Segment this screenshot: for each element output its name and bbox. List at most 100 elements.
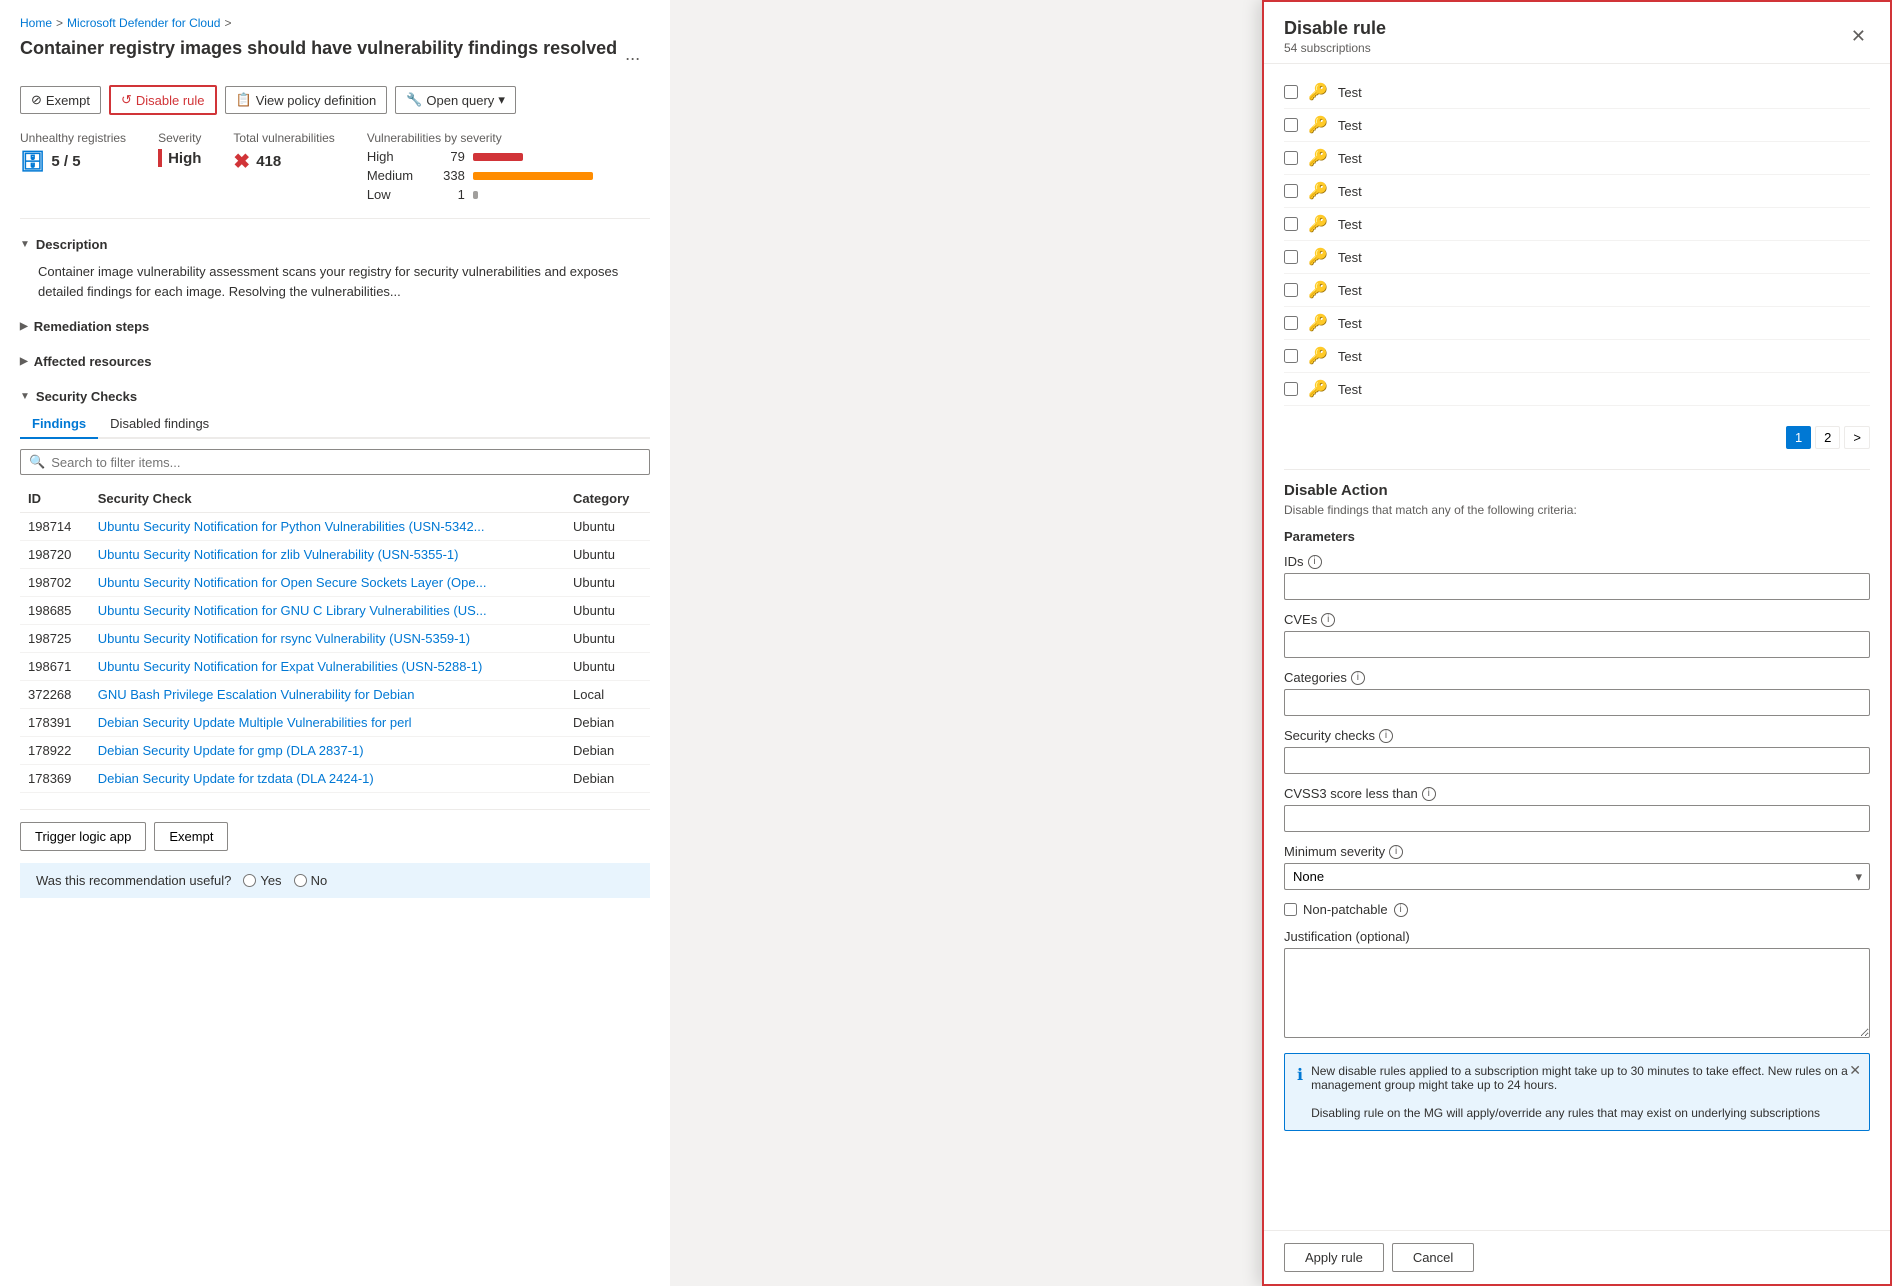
affected-section: ▶ Affected resources [20, 348, 650, 375]
table-row: 178391 Debian Security Update Multiple V… [20, 709, 650, 737]
subscription-row: 🔑 Test [1284, 274, 1870, 307]
cell-category: Ubuntu [565, 541, 650, 569]
panel-footer: Apply rule Cancel [1264, 1230, 1890, 1284]
cell-category: Local [565, 681, 650, 709]
disable-rule-panel: Disable rule 54 subscriptions ✕ 🔑 Test 🔑… [1262, 0, 1892, 1286]
non-patchable-group: Non-patchable i [1284, 902, 1870, 917]
key-icon: 🔑 [1308, 115, 1328, 135]
cvss3-input[interactable] [1284, 805, 1870, 832]
findings-tabs: Findings Disabled findings [20, 410, 650, 439]
cves-input[interactable] [1284, 631, 1870, 658]
justification-textarea[interactable] [1284, 948, 1870, 1038]
search-input[interactable] [51, 455, 641, 470]
key-icon: 🔑 [1308, 181, 1328, 201]
subscription-checkbox[interactable] [1284, 283, 1298, 297]
categories-label: Categories [1284, 670, 1347, 685]
info-banner-close-button[interactable]: ✕ [1849, 1062, 1861, 1079]
subscription-name: Test [1338, 382, 1362, 397]
close-panel-button[interactable]: ✕ [1847, 22, 1870, 51]
yes-option[interactable]: Yes [243, 873, 281, 888]
non-patchable-info-icon[interactable]: i [1394, 903, 1408, 917]
next-page-button[interactable]: > [1844, 426, 1870, 449]
subscription-row: 🔑 Test [1284, 109, 1870, 142]
info-banner-icon: ℹ [1297, 1065, 1303, 1085]
exempt-bottom-button[interactable]: Exempt [154, 822, 228, 851]
cell-category: Debian [565, 737, 650, 765]
cvss3-info-icon[interactable]: i [1422, 787, 1436, 801]
total-vuln-metric: Total vulnerabilities ✖ 418 [233, 131, 334, 174]
dots-menu[interactable]: ... [625, 44, 640, 65]
search-icon: 🔍 [29, 454, 45, 470]
pagination: 1 2 > [1284, 418, 1870, 457]
min-severity-info-icon[interactable]: i [1389, 845, 1403, 859]
subscription-checkbox[interactable] [1284, 250, 1298, 264]
no-radio[interactable] [294, 874, 307, 887]
subscription-checkbox[interactable] [1284, 184, 1298, 198]
disable-rule-button[interactable]: ↺ Disable rule [109, 85, 217, 115]
yes-radio[interactable] [243, 874, 256, 887]
cancel-button[interactable]: Cancel [1392, 1243, 1474, 1272]
page-1-button[interactable]: 1 [1786, 426, 1811, 449]
remediation-header[interactable]: ▶ Remediation steps [20, 313, 650, 340]
cell-check: GNU Bash Privilege Escalation Vulnerabil… [90, 681, 565, 709]
subscription-checkbox[interactable] [1284, 382, 1298, 396]
subscription-checkbox[interactable] [1284, 316, 1298, 330]
page-2-button[interactable]: 2 [1815, 426, 1840, 449]
info-banner-text: New disable rules applied to a subscript… [1311, 1064, 1857, 1120]
no-option[interactable]: No [294, 873, 328, 888]
feedback-bar: Was this recommendation useful? Yes No [20, 863, 650, 898]
subscription-name: Test [1338, 217, 1362, 232]
security-checks-info-icon[interactable]: i [1379, 729, 1393, 743]
security-checks-form-label: Security checks [1284, 728, 1375, 743]
table-row: 178369 Debian Security Update for tzdata… [20, 765, 650, 793]
description-header[interactable]: ▼ Description [20, 231, 650, 258]
min-severity-label: Minimum severity [1284, 844, 1385, 859]
table-row: 198720 Ubuntu Security Notification for … [20, 541, 650, 569]
subscription-checkbox[interactable] [1284, 118, 1298, 132]
cves-label: CVEs [1284, 612, 1317, 627]
exempt-button[interactable]: ⊘ Exempt [20, 86, 101, 114]
affected-header[interactable]: ▶ Affected resources [20, 348, 650, 375]
panel-header: Disable rule 54 subscriptions ✕ [1264, 2, 1890, 64]
registry-icon: 🗄 [20, 149, 45, 174]
low-count: 1 [435, 187, 465, 202]
cell-category: Ubuntu [565, 653, 650, 681]
subscription-checkbox[interactable] [1284, 151, 1298, 165]
subscription-name: Test [1338, 151, 1362, 166]
cell-id: 178369 [20, 765, 90, 793]
table-row: 198685 Ubuntu Security Notification for … [20, 597, 650, 625]
cvss3-group: CVSS3 score less than i [1284, 786, 1870, 832]
ids-label: IDs [1284, 554, 1304, 569]
chevron-down-icon: ▼ [20, 239, 30, 250]
ids-info-icon[interactable]: i [1308, 555, 1322, 569]
cves-info-icon[interactable]: i [1321, 613, 1335, 627]
cell-check: Debian Security Update Multiple Vulnerab… [90, 709, 565, 737]
subscription-checkbox[interactable] [1284, 85, 1298, 99]
apply-rule-button[interactable]: Apply rule [1284, 1243, 1384, 1272]
disable-rule-icon: ↺ [121, 92, 132, 108]
view-policy-button[interactable]: 📋 View policy definition [225, 86, 388, 114]
subscription-checkbox[interactable] [1284, 349, 1298, 363]
tab-findings[interactable]: Findings [20, 410, 98, 439]
panel-body: 🔑 Test 🔑 Test 🔑 Test 🔑 Test 🔑 Test 🔑 Tes… [1264, 64, 1890, 1230]
ids-input[interactable] [1284, 573, 1870, 600]
breadcrumb-parent[interactable]: Microsoft Defender for Cloud [67, 16, 220, 30]
open-query-button[interactable]: 🔧 Open query ▾ [395, 86, 516, 114]
subscription-name: Test [1338, 250, 1362, 265]
chevron-down-icon2: ▼ [20, 391, 30, 402]
trigger-logic-app-button[interactable]: Trigger logic app [20, 822, 146, 851]
no-label: No [311, 873, 328, 888]
key-icon: 🔑 [1308, 214, 1328, 234]
security-checks-input[interactable] [1284, 747, 1870, 774]
subscription-checkbox[interactable] [1284, 217, 1298, 231]
breadcrumb-home[interactable]: Home [20, 16, 52, 30]
min-severity-select[interactable]: NoneLowMediumHighCritical [1284, 863, 1870, 890]
disable-action-section: Disable Action Disable findings that mat… [1284, 482, 1870, 1131]
security-checks-header[interactable]: ▼ Security Checks [20, 383, 650, 410]
non-patchable-checkbox[interactable] [1284, 903, 1297, 916]
categories-info-icon[interactable]: i [1351, 671, 1365, 685]
info-banner: ℹ New disable rules applied to a subscri… [1284, 1053, 1870, 1131]
cell-category: Ubuntu [565, 513, 650, 541]
tab-disabled[interactable]: Disabled findings [98, 410, 221, 439]
categories-input[interactable] [1284, 689, 1870, 716]
